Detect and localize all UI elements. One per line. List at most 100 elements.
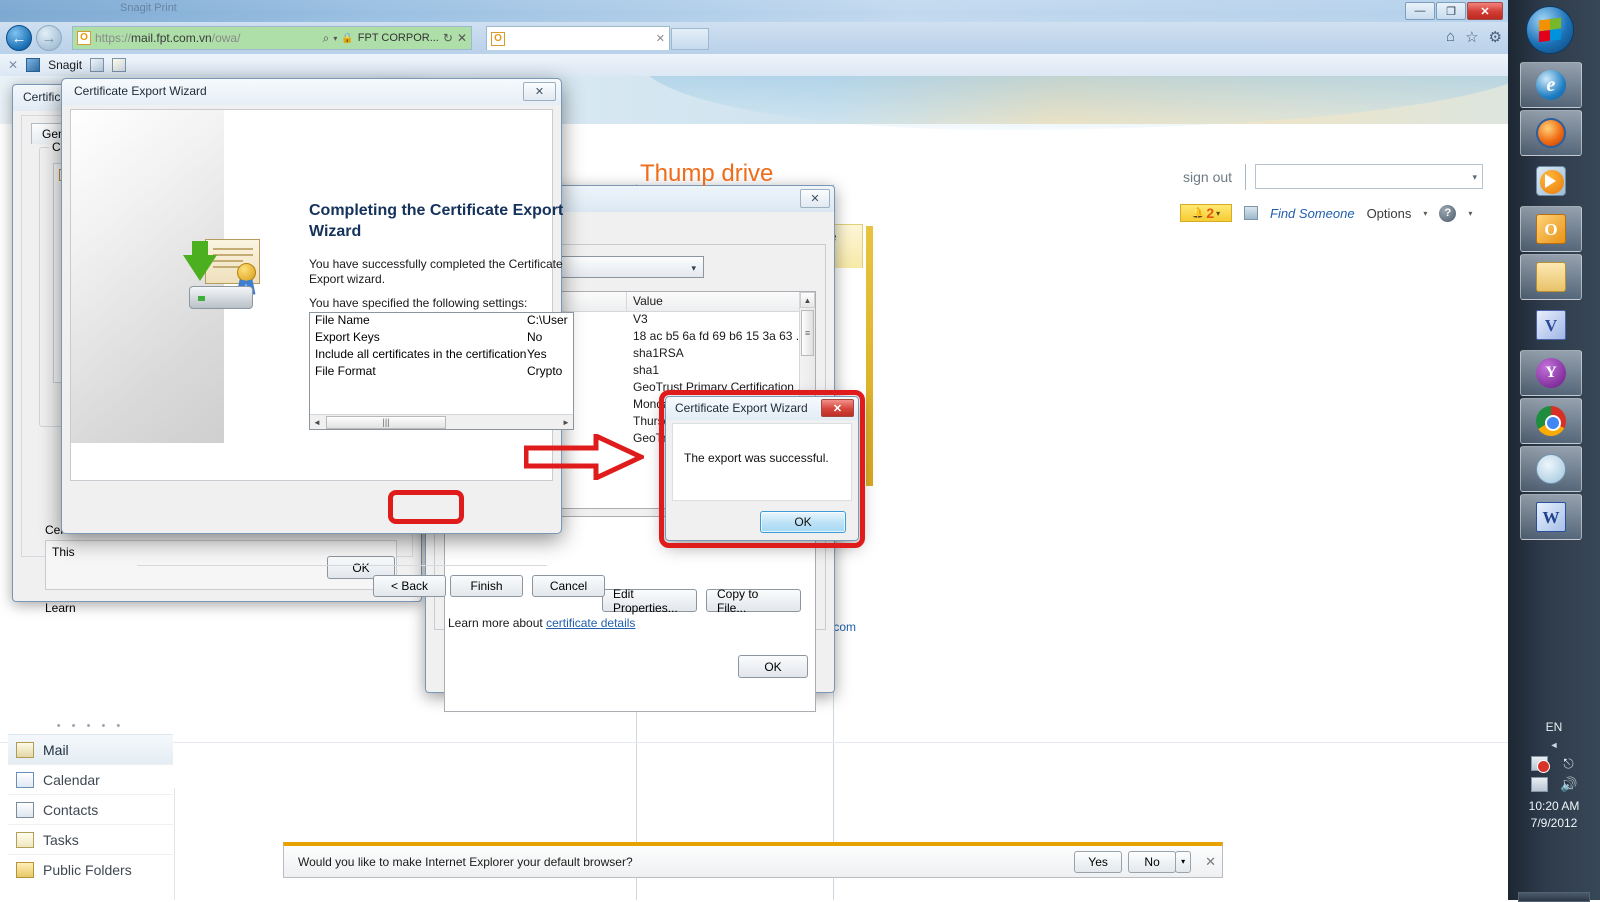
taskbar-item-microsoft-word[interactable]: W (1520, 494, 1582, 540)
list-item[interactable]: Export Keys No (310, 330, 573, 347)
ok-button[interactable]: OK (760, 511, 846, 533)
scroll-up-icon[interactable]: ▲ (800, 292, 815, 308)
clock-date[interactable]: 7/9/2012 (1508, 815, 1600, 832)
list-item[interactable]: File Name C:\User (310, 313, 573, 330)
nav-drag-handle[interactable]: • • • • • (8, 716, 173, 734)
search-input[interactable]: ▾ (1255, 164, 1483, 189)
close-button[interactable]: ✕ (1467, 2, 1503, 20)
sidebar-item-label: Tasks (43, 831, 79, 848)
chevron-down-icon[interactable]: ▾ (333, 34, 337, 43)
favorites-star-icon[interactable]: ☆ (1465, 28, 1478, 46)
refresh-icon[interactable]: ↻ (443, 31, 453, 45)
close-icon[interactable]: ✕ (800, 189, 830, 208)
chevron-down-icon[interactable]: ▾ (1175, 850, 1192, 873)
taskbar-item-firefox[interactable] (1520, 110, 1582, 156)
start-button[interactable] (1526, 6, 1574, 54)
taskbar-item-yahoo-messenger[interactable]: Y (1520, 350, 1582, 396)
close-icon[interactable]: ✕ (523, 82, 556, 101)
show-desktop-button[interactable] (1518, 892, 1590, 902)
options-menu[interactable]: Options (1367, 206, 1412, 221)
snagit-label[interactable]: Snagit (48, 58, 82, 72)
browser-tab[interactable]: O ✕ (486, 26, 670, 50)
cell-value: sha1 (633, 363, 660, 377)
certificate-details-link[interactable]: certificate details (546, 616, 635, 630)
alert-count: 2 (1206, 205, 1215, 221)
chevron-down-icon[interactable]: ▾ (1216, 209, 1220, 218)
chevron-down-icon[interactable]: ▾ (1472, 172, 1477, 183)
minimize-button[interactable]: — (1405, 2, 1435, 20)
no-button[interactable]: No (1128, 850, 1177, 873)
internet-explorer-window: Snagit Print — ❐ ✕ ← → O https://mail.fp… (0, 0, 1508, 900)
address-book-icon[interactable] (1244, 206, 1258, 220)
taskbar-item-internet-explorer[interactable]: e (1520, 62, 1582, 108)
home-icon[interactable]: ⌂ (1446, 28, 1455, 46)
taskbar-item-paint[interactable] (1520, 446, 1582, 492)
sidebar-item-public-folders[interactable]: Public Folders (8, 854, 173, 884)
scrollbar-thumb[interactable]: ≡ (801, 310, 814, 356)
tray-row: ⎋ (1508, 756, 1600, 773)
scroll-right-icon[interactable]: ► (559, 418, 573, 427)
toolbar-close-icon[interactable]: ✕ (8, 58, 18, 72)
close-icon[interactable]: ✕ (821, 399, 854, 417)
taskbar-item-windows-media-player[interactable] (1520, 158, 1582, 204)
back-button[interactable]: ← (6, 25, 32, 51)
edit-properties-button[interactable]: Edit Properties... (602, 587, 697, 615)
sidebar-item-calendar[interactable]: Calendar (8, 764, 173, 794)
chevron-down-icon[interactable]: ▾ (1423, 209, 1427, 218)
new-tab-button[interactable] (671, 28, 709, 50)
address-bar[interactable]: O https://mail.fpt.com.vn/owa/ ⌕ ▾ 🔒 FPT… (72, 26, 472, 50)
alerts-button[interactable]: 🔔 2 ▾ (1180, 204, 1232, 222)
browser-toolbar-icons: ⌂ ☆ ⚙ (1446, 28, 1502, 46)
snagit-icon[interactable] (26, 58, 41, 72)
ok-button[interactable]: OK (738, 655, 808, 678)
back-button[interactable]: < Back (373, 575, 446, 597)
firefox-icon (1536, 118, 1566, 148)
clock-time[interactable]: 10:20 AM (1508, 798, 1600, 815)
close-icon[interactable]: ✕ (1205, 854, 1216, 870)
scrollbar-thumb[interactable]: ||| (326, 415, 446, 429)
learn-more-label[interactable]: Learn (45, 601, 76, 615)
find-someone-link[interactable]: Find Someone (1270, 206, 1355, 221)
taskbar-item-outlook[interactable]: O (1520, 206, 1582, 252)
list-item[interactable]: Include all certificates in the certific… (310, 347, 573, 364)
sign-out-link[interactable]: sign out (1183, 169, 1232, 185)
forward-button[interactable]: → (36, 25, 62, 51)
chevron-down-icon[interactable]: ▾ (1468, 209, 1472, 218)
finish-button[interactable]: Finish (450, 575, 523, 597)
taskbar-item-google-chrome[interactable] (1520, 398, 1582, 444)
cancel-button[interactable]: Cancel (532, 575, 605, 597)
taskbar-item-visio[interactable]: V (1520, 302, 1582, 348)
maximize-button[interactable]: ❐ (1436, 2, 1466, 20)
volume-icon[interactable]: 🔊 (1560, 777, 1577, 792)
windows-media-player-icon (1536, 166, 1566, 196)
list-item[interactable]: File Format Crypto (310, 364, 573, 381)
safely-remove-hardware-icon[interactable]: ⎋ (1560, 756, 1577, 771)
stop-icon[interactable]: ✕ (457, 31, 467, 45)
snagit-command-bar: ✕ Snagit (0, 54, 1508, 76)
sidebar-item-contacts[interactable]: Contacts (8, 794, 173, 824)
sidebar-item-tasks[interactable]: Tasks (8, 824, 173, 854)
show-hidden-icons-button[interactable]: ◄ (1508, 740, 1600, 750)
snagit-editor-icon[interactable] (112, 58, 127, 72)
taskbar-item-windows-explorer[interactable] (1520, 254, 1582, 300)
snagit-capture-icon[interactable] (90, 58, 105, 72)
display-icon[interactable] (1531, 777, 1548, 792)
certificate-export-wizard-dialog: Certificate Export Wizard ✕ Completing t… (61, 78, 605, 597)
drive-icon (189, 286, 253, 309)
gear-icon[interactable]: ⚙ (1489, 28, 1502, 46)
wizard-heading: Completing the Certificate Export Wizard (309, 202, 564, 240)
scroll-left-icon[interactable]: ◄ (310, 418, 324, 427)
sidebar-item-mail[interactable]: Mail (8, 734, 173, 764)
success-message: The export was successful. (684, 451, 829, 465)
help-icon[interactable]: ? (1439, 204, 1457, 222)
language-indicator[interactable]: EN (1508, 720, 1600, 734)
horizontal-scrollbar[interactable]: ◄ ||| ► (310, 414, 573, 429)
chevron-down-icon[interactable]: ▾ (691, 263, 696, 274)
copy-to-file-button[interactable]: Copy to File... (706, 587, 801, 615)
site-identity-label[interactable]: FPT CORPOR... (358, 32, 439, 44)
tab-close-icon[interactable]: ✕ (656, 32, 665, 45)
settings-summary-list[interactable]: File Name C:\User Export Keys No Include… (309, 312, 574, 430)
yes-button[interactable]: Yes (1074, 850, 1123, 873)
network-disconnected-icon[interactable] (1531, 756, 1550, 773)
search-icon[interactable]: ⌕ (323, 31, 330, 46)
